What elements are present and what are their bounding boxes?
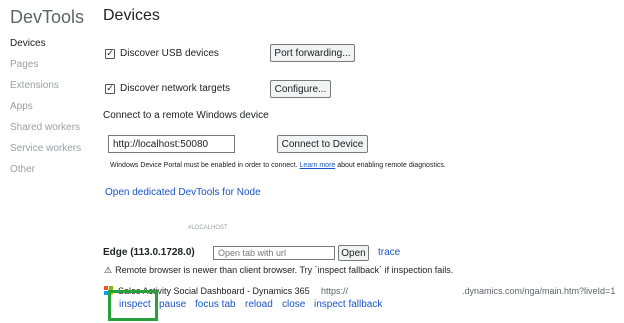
focus-tab-link[interactable]: focus tab <box>195 299 236 310</box>
main-panel: Devices ✓ Discover USB devices Port forw… <box>0 0 624 323</box>
port-forwarding-button[interactable]: Port forwarding... <box>270 44 355 62</box>
target-url-suffix: .dynamics.com/nga/main.htm?liveId=1 <box>462 286 616 296</box>
page-title: Devices <box>103 7 160 24</box>
remote-note-prefix: Windows Device Portal must be enabled in… <box>110 162 298 169</box>
configure-button[interactable]: Configure... <box>270 80 331 98</box>
version-warning-text: Remote browser is newer than client brow… <box>115 265 454 275</box>
usb-discovery-label: Discover USB devices <box>120 48 219 59</box>
network-discovery-label: Discover network targets <box>120 83 231 94</box>
remote-note: Windows Device Portal must be enabled in… <box>110 162 446 169</box>
warning-icon: ⚠ <box>104 265 113 275</box>
connect-to-device-button[interactable]: Connect to Device <box>277 135 368 153</box>
close-link[interactable]: close <box>282 299 305 310</box>
remote-note-suffix: about enabling remote diagnostics. <box>337 162 446 169</box>
version-warning: ⚠ Remote browser is newer than client bro… <box>104 265 453 276</box>
reload-link[interactable]: reload <box>245 299 273 310</box>
open-tab-button[interactable]: Open <box>338 245 369 261</box>
pause-link[interactable]: pause <box>159 299 186 310</box>
remote-url-input[interactable]: http://localhost:50080 <box>108 135 235 153</box>
network-discovery-checkbox[interactable]: ✓ <box>105 83 115 94</box>
usb-discovery-row: ✓ Discover USB devices <box>105 48 219 59</box>
inspect-fallback-link[interactable]: inspect fallback <box>314 299 382 310</box>
target-url-prefix: https:// <box>321 286 349 296</box>
open-devtools-node-link[interactable]: Open dedicated DevTools for Node <box>105 187 261 198</box>
usb-discovery-checkbox[interactable]: ✓ <box>105 48 115 59</box>
host-label: #LOCALHOST <box>188 225 228 231</box>
browser-name: Edge (113.0.1728.0) <box>103 247 195 258</box>
trace-link[interactable]: trace <box>378 247 400 258</box>
inspect-highlight-box <box>108 290 158 321</box>
open-tab-url-input[interactable]: Open tab with url <box>213 246 335 260</box>
learn-more-link[interactable]: Learn more <box>300 162 336 169</box>
remote-heading: Connect to a remote Windows device <box>103 110 269 121</box>
network-discovery-row: ✓ Discover network targets <box>105 83 230 94</box>
